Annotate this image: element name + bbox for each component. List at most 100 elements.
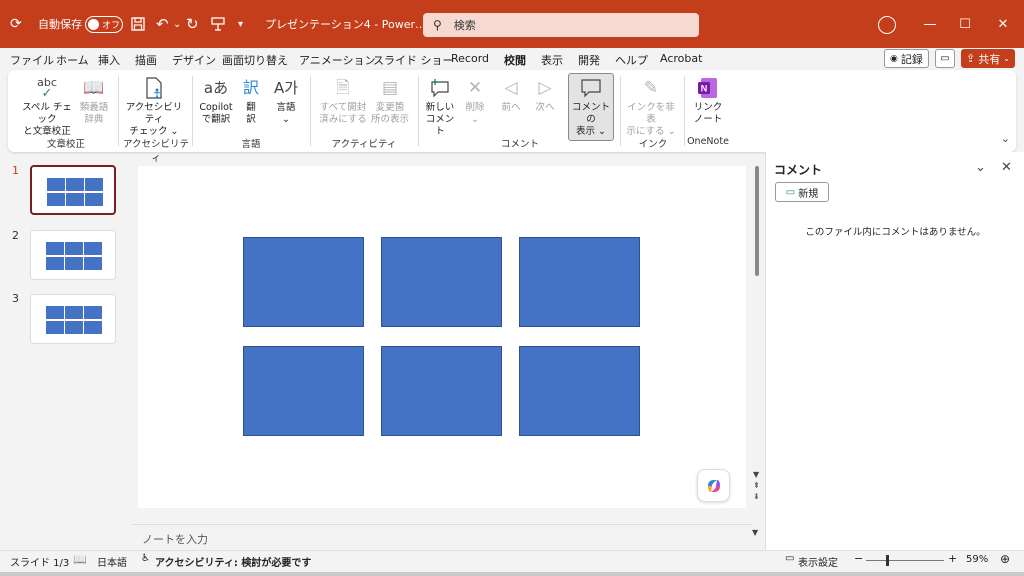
scroll-down-icon[interactable]: ▼ (752, 528, 758, 537)
accessibility-status[interactable]: アクセシビリティ: 検討が必要です (155, 554, 311, 569)
slide-number: 2 (12, 229, 19, 242)
tab-draw[interactable]: 描画 (135, 52, 157, 68)
delete-comment-icon: ✕ (467, 78, 483, 98)
tab-design[interactable]: デザイン (172, 52, 216, 68)
next-comment-icon: ▷ (538, 78, 552, 98)
rectangle-shape[interactable] (243, 237, 364, 327)
scroll-arrows[interactable]: ▼ ⇞ ⇟ (753, 469, 760, 502)
translate-button[interactable]: 訳 翻 訳 (238, 74, 264, 126)
tab-view[interactable]: 表示 (541, 52, 563, 68)
new-comment-label-2: コメント (425, 114, 455, 137)
rectangle-shape[interactable] (519, 346, 640, 436)
show-comments-label-1: コメントの (572, 102, 611, 125)
accessibility-check-button[interactable]: アクセシビリティ チェック ⌄ (122, 74, 186, 138)
undo-icon[interactable]: ↶ (156, 0, 169, 48)
group-label-comments: コメント (500, 139, 539, 150)
maximize-button[interactable]: ☐ (945, 0, 985, 48)
app-icon[interactable]: ⟳ (10, 0, 30, 48)
zoom-in-button[interactable]: + (948, 552, 957, 565)
tab-slideshow[interactable]: スライド ショー (373, 52, 454, 68)
zoom-slider[interactable] (866, 560, 944, 561)
ink-icon: ✎ (643, 78, 659, 98)
search-input[interactable]: ⚲ 検索 (423, 13, 699, 37)
mark-read-label-2: 済みにする (319, 114, 367, 125)
zoom-slider-thumb[interactable] (886, 555, 890, 566)
ribbon-separator (310, 76, 311, 146)
copilot-translate-button[interactable]: aあ Copilot で翻訳 (196, 74, 236, 126)
group-label-proofing: 文章校正 (46, 139, 85, 150)
onenote-icon: N (697, 74, 719, 102)
tab-help[interactable]: ヘルプ (615, 52, 648, 68)
thesaurus-button[interactable]: 📖 類義語 辞典 (76, 74, 112, 126)
share-label: 共有 (978, 52, 1001, 66)
tab-file[interactable]: ファイル (10, 52, 54, 68)
minimize-button[interactable]: — (910, 0, 950, 48)
language-status[interactable]: 日本語 (97, 554, 127, 569)
next-comment-button[interactable]: ▷ 次へ (530, 74, 560, 114)
previous-comment-button[interactable]: ◁ 前へ (496, 74, 526, 114)
rectangle-shape[interactable] (519, 237, 640, 327)
document-icon: 🗎 (336, 78, 350, 98)
tab-acrobat[interactable]: Acrobat (660, 52, 702, 65)
display-settings-button[interactable]: 表示設定 (798, 554, 838, 569)
autosave-toggle[interactable]: オフ (85, 16, 123, 33)
linked-notes-button[interactable]: N リンク ノート (688, 74, 728, 126)
close-icon[interactable]: ✕ (1001, 160, 1012, 175)
slide-number: 1 (12, 164, 19, 177)
share-icon: ⇪ (966, 52, 976, 65)
slide-thumbnail-1[interactable] (30, 165, 116, 215)
notes-input[interactable]: ノートを入力 (132, 524, 752, 548)
tab-transitions[interactable]: 画面切り替え (222, 52, 288, 68)
share-button[interactable]: ⇪ 共有 ⌄ (961, 49, 1015, 68)
book-icon: 📖 (83, 78, 105, 98)
tab-home[interactable]: ホーム (56, 52, 89, 68)
changes-icon: ▤ (381, 78, 399, 98)
slide-thumbnail-2[interactable] (30, 230, 116, 280)
language-button[interactable]: A가 言語 ⌄ (270, 74, 302, 126)
thumbnail-shapes (46, 242, 102, 270)
tab-record[interactable]: Record (451, 52, 489, 65)
spell-check-button[interactable]: abc ✓ スペル チェック と文章校正 (18, 74, 76, 138)
zoom-out-button[interactable]: − (854, 552, 863, 565)
show-comments-icon (580, 74, 602, 102)
window-frame (0, 572, 1024, 576)
chevron-down-icon[interactable]: ⌄ (975, 160, 986, 175)
save-icon[interactable] (131, 0, 145, 48)
rectangle-shape[interactable] (243, 346, 364, 436)
copilot-button[interactable] (697, 469, 730, 502)
title-bar: ⟳ 自動保存 オフ ↶ ⌄ ↻ ▾ プレゼンテーション4 - Power… ⚲ … (0, 0, 1024, 48)
undo-dropdown-icon[interactable]: ⌄ (173, 0, 181, 48)
mark-all-read-button[interactable]: 🗎 すべて開封 済みにする (314, 74, 372, 126)
hide-ink-button[interactable]: ✎ インクを非表 示にする ⌄ (624, 74, 678, 138)
customize-icon[interactable]: ▾ (238, 0, 243, 48)
vertical-scrollbar[interactable] (752, 158, 762, 514)
presenter-icon[interactable] (211, 0, 225, 48)
comments-toggle-button[interactable]: ▭ (935, 49, 955, 68)
new-comment-button[interactable]: ▭ 新規 (775, 182, 829, 202)
scrollbar-thumb[interactable] (755, 166, 759, 276)
show-changes-button[interactable]: ▤ 変更箇 所の表示 (370, 74, 410, 126)
redo-icon[interactable]: ↻ (186, 0, 199, 48)
collapse-ribbon-icon[interactable]: ⌄ (1001, 132, 1010, 145)
fit-slide-icon[interactable]: ⊕ (1000, 552, 1010, 566)
tab-developer[interactable]: 開発 (578, 52, 600, 68)
rectangle-shape[interactable] (381, 346, 502, 436)
tab-animations[interactable]: アニメーション (299, 52, 376, 68)
record-button[interactable]: ◉ 記録 (884, 49, 929, 68)
rectangle-shape[interactable] (381, 237, 502, 327)
new-comment-button[interactable]: 新しい コメント (422, 74, 458, 138)
user-icon[interactable] (878, 16, 896, 34)
slide-canvas[interactable] (138, 166, 746, 508)
search-icon: ⚲ (433, 18, 442, 32)
delete-label-2: ⌄ (471, 114, 479, 125)
book-icon[interactable]: 📖 (73, 553, 87, 566)
document-title: プレゼンテーション4 - Power… (265, 18, 426, 31)
tab-insert[interactable]: 挿入 (98, 52, 120, 68)
slide-thumbnail-3[interactable] (30, 294, 116, 344)
delete-comment-button[interactable]: ✕ 削除 ⌄ (460, 74, 490, 126)
close-button[interactable]: ✕ (983, 0, 1023, 48)
zoom-level[interactable]: 59% (966, 554, 988, 565)
tab-review[interactable]: 校閲 (504, 52, 526, 72)
show-comments-button[interactable]: コメントの 表示 ⌄ (568, 73, 614, 141)
slide-info[interactable]: スライド 1/3 (10, 554, 69, 569)
